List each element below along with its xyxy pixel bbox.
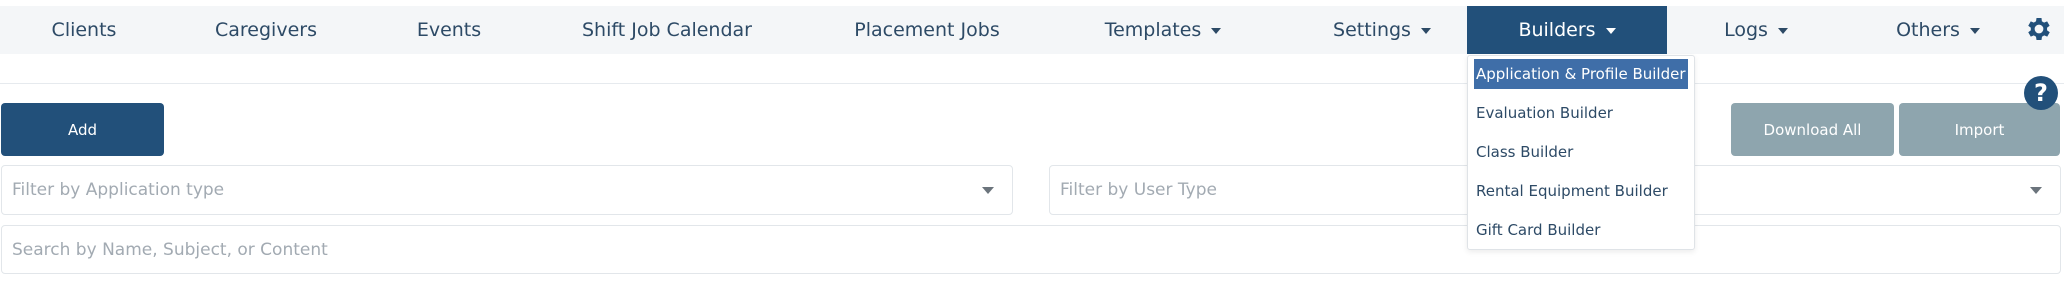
download-all-button[interactable]: Download All xyxy=(1731,103,1894,156)
chevron-down-icon xyxy=(2030,187,2042,194)
add-button-label: Add xyxy=(67,120,98,139)
add-button[interactable]: Add xyxy=(1,103,164,156)
chevron-down-icon xyxy=(1605,28,1616,34)
chevron-down-icon xyxy=(1777,28,1788,34)
download-all-button-label: Download All xyxy=(1763,120,1862,139)
menu-item-label: Evaluation Builder xyxy=(1476,104,1613,122)
nav-others[interactable]: Others xyxy=(1882,6,1994,54)
menu-item-gift-card-builder[interactable]: Gift Card Builder xyxy=(1474,215,1602,245)
chevron-down-icon xyxy=(982,187,994,194)
chevron-down-icon xyxy=(1211,28,1222,34)
nav-caregivers[interactable]: Caregivers xyxy=(196,6,336,54)
question-icon[interactable]: ? xyxy=(2024,76,2058,110)
application-type-placeholder: Filter by Application type xyxy=(12,180,225,200)
nav-logs-label: Logs xyxy=(1724,19,1768,41)
chevron-down-icon xyxy=(1420,28,1431,34)
header-divider xyxy=(0,83,2064,84)
nav-builders-label: Builders xyxy=(1518,19,1596,41)
nav-placement-jobs[interactable]: Placement Jobs xyxy=(840,6,1014,54)
nav-others-label: Others xyxy=(1896,19,1960,41)
builders-dropdown-menu: Application & Profile Builder Evaluation… xyxy=(1467,55,1695,250)
help-glyph: ? xyxy=(2034,79,2048,107)
nav-clients[interactable]: Clients xyxy=(24,6,144,54)
nav-templates[interactable]: Templates xyxy=(1090,6,1236,54)
nav-caregivers-label: Caregivers xyxy=(215,19,317,41)
nav-settings-label: Settings xyxy=(1333,19,1411,41)
menu-item-rental-equipment-builder[interactable]: Rental Equipment Builder xyxy=(1474,176,1670,206)
nav-clients-label: Clients xyxy=(51,19,117,41)
import-button[interactable]: Import xyxy=(1899,103,2060,156)
search-input[interactable]: Search by Name, Subject, or Content xyxy=(1,225,2061,274)
application-type-filter[interactable]: Filter by Application type xyxy=(1,165,1013,215)
nav-events-label: Events xyxy=(416,19,482,41)
nav-events[interactable]: Events xyxy=(400,6,498,54)
menu-item-label: Rental Equipment Builder xyxy=(1476,182,1668,200)
nav-logs[interactable]: Logs xyxy=(1708,6,1804,54)
menu-item-label: Application & Profile Builder xyxy=(1476,65,1686,83)
import-button-label: Import xyxy=(1954,120,2005,139)
menu-item-label: Class Builder xyxy=(1476,143,1574,161)
chevron-down-icon xyxy=(1969,28,1980,34)
user-type-placeholder: Filter by User Type xyxy=(1060,180,1217,200)
gear-icon[interactable] xyxy=(2024,14,2054,44)
menu-item-label: Gift Card Builder xyxy=(1476,221,1601,239)
menu-item-class-builder[interactable]: Class Builder xyxy=(1474,137,1575,167)
nav-builders[interactable]: Builders xyxy=(1467,6,1667,54)
nav-shift-job-calendar[interactable]: Shift Job Calendar xyxy=(570,6,764,54)
search-placeholder: Search by Name, Subject, or Content xyxy=(12,239,328,260)
nav-settings[interactable]: Settings xyxy=(1312,6,1452,54)
nav-templates-label: Templates xyxy=(1104,19,1202,41)
menu-item-application-profile-builder[interactable]: Application & Profile Builder xyxy=(1474,59,1688,89)
nav-placement-jobs-label: Placement Jobs xyxy=(854,19,1000,41)
menu-item-evaluation-builder[interactable]: Evaluation Builder xyxy=(1474,98,1615,128)
nav-shift-job-calendar-label: Shift Job Calendar xyxy=(582,19,752,41)
top-navigation: Clients Caregivers Events Shift Job Cale… xyxy=(0,6,2064,54)
